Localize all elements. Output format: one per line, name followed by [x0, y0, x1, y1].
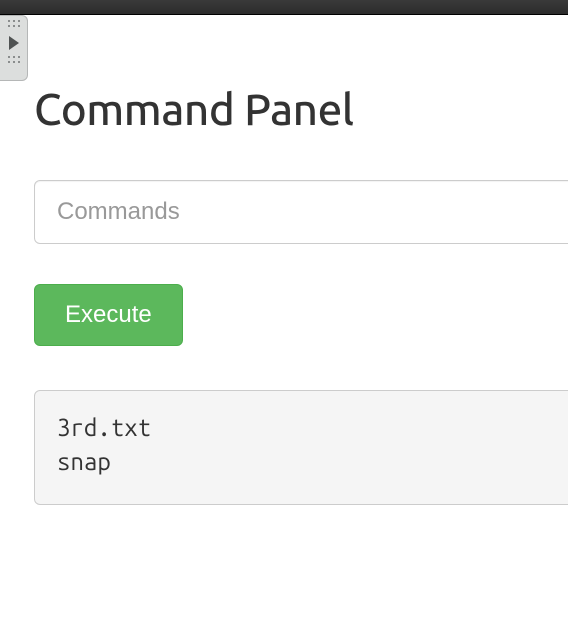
grip-dots	[8, 61, 20, 63]
main-content: Command Panel Execute 3rd.txt snap	[0, 15, 568, 505]
grip-dots	[8, 25, 20, 27]
play-icon	[9, 36, 19, 50]
page-title: Command Panel	[34, 85, 568, 134]
execute-button[interactable]: Execute	[34, 284, 183, 346]
output-console: 3rd.txt snap	[34, 390, 568, 505]
window-titlebar	[0, 0, 568, 15]
grip-dots	[8, 20, 20, 22]
commands-input[interactable]	[34, 180, 568, 244]
grip-dots	[8, 56, 20, 58]
side-expand-tab[interactable]	[0, 15, 28, 81]
